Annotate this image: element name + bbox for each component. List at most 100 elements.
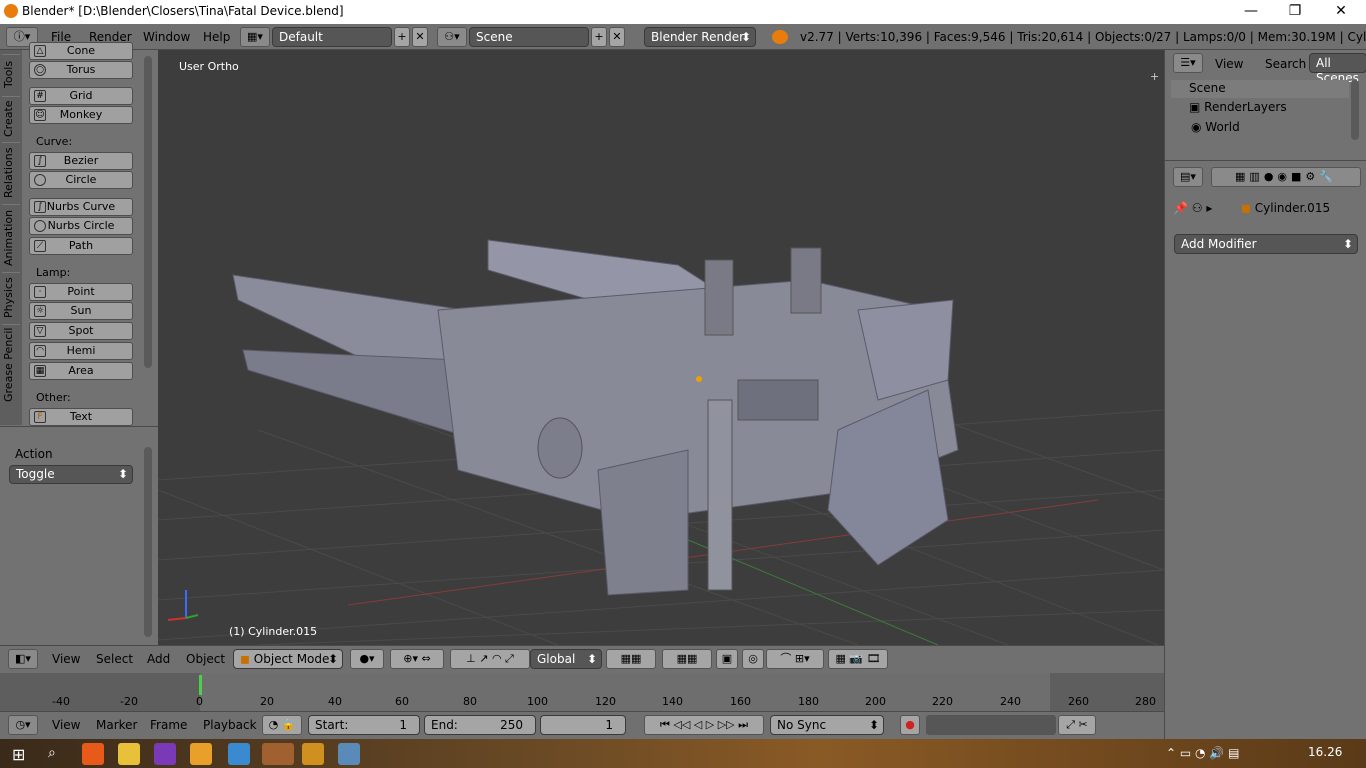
add-circle-curve-button[interactable]: Circle bbox=[29, 171, 133, 189]
photos-icon[interactable] bbox=[228, 743, 250, 765]
pivot-point-icon[interactable]: ⊕▾ ⇔ bbox=[390, 649, 444, 669]
viewport-shading-icon[interactable]: ●▾ bbox=[350, 649, 384, 669]
outliner-scrollbar[interactable] bbox=[1351, 80, 1359, 140]
close-button[interactable]: ✕ bbox=[1318, 0, 1364, 24]
timeline[interactable]: -40 -20 0 20 40 60 80 100 120 140 160 18… bbox=[0, 673, 1164, 711]
clock[interactable]: 16.26 bbox=[1308, 745, 1342, 759]
keying-set-field[interactable] bbox=[926, 715, 1056, 735]
tab-grease-pencil[interactable]: Grease Pencil bbox=[2, 324, 20, 404]
add-scene-button[interactable]: + bbox=[591, 27, 607, 47]
add-grid-button[interactable]: # Grid bbox=[29, 87, 133, 105]
file-explorer-icon[interactable] bbox=[118, 743, 140, 765]
fatal-device-model[interactable] bbox=[232, 239, 959, 596]
timeline-menu-view[interactable]: View bbox=[52, 718, 80, 732]
windows-start-icon[interactable]: ⊞ bbox=[12, 745, 25, 764]
minimize-button[interactable]: — bbox=[1228, 0, 1274, 24]
action-dropdown[interactable]: Toggle ⬍ bbox=[9, 465, 133, 484]
add-layout-button[interactable]: + bbox=[394, 27, 410, 47]
end-label: End: bbox=[431, 718, 458, 732]
manipulator-icons[interactable]: ⊥ ↗ ◠ ⤢ bbox=[450, 649, 530, 669]
3d-viewport[interactable]: User Ortho (1) Cylinder.015 + bbox=[158, 50, 1164, 645]
paint-icon[interactable] bbox=[338, 743, 360, 765]
menu-help[interactable]: Help bbox=[203, 30, 230, 44]
add-point-lamp-button[interactable]: · Point bbox=[29, 283, 133, 301]
pin-icon[interactable]: 📌 ⚇ ▸ bbox=[1173, 201, 1212, 215]
add-torus-button[interactable]: ○ Torus bbox=[29, 61, 133, 79]
current-frame-field[interactable]: 1 bbox=[540, 715, 626, 735]
add-modifier-dropdown[interactable]: Add Modifier ⬍ bbox=[1174, 234, 1358, 254]
proportional-edit-icon[interactable]: ◎ bbox=[742, 649, 764, 669]
layers-grid-1[interactable]: ▦▦ bbox=[606, 649, 656, 669]
add-text-button[interactable]: F Text bbox=[29, 408, 133, 426]
current-frame-cursor[interactable] bbox=[199, 675, 202, 695]
firefox-icon[interactable] bbox=[82, 743, 104, 765]
tool-shelf-scrollbar[interactable] bbox=[144, 56, 152, 368]
layers-grid-2[interactable]: ▦▦ bbox=[662, 649, 712, 669]
tab-physics[interactable]: Physics bbox=[2, 272, 20, 322]
render-icons[interactable]: ▦ 📷 🎞 bbox=[828, 649, 888, 669]
start-frame-field[interactable]: Start: 1 bbox=[308, 715, 420, 735]
add-spot-lamp-button[interactable]: ▽ Spot bbox=[29, 322, 133, 340]
outliner-item-renderlayers[interactable]: ▣ RenderLayers bbox=[1189, 100, 1287, 114]
editor-type-outliner-icon[interactable]: ☰▾ bbox=[1173, 53, 1203, 73]
taskbar-app-icon[interactable] bbox=[302, 743, 324, 765]
add-bezier-button[interactable]: ∫ Bezier bbox=[29, 152, 133, 170]
screen-layout-field[interactable]: Default bbox=[272, 27, 392, 47]
visual-studio-icon[interactable] bbox=[154, 743, 176, 765]
add-monkey-button[interactable]: ☺ Monkey bbox=[29, 106, 133, 124]
outliner-menu-search[interactable]: Search bbox=[1265, 57, 1306, 71]
tab-tools[interactable]: Tools bbox=[2, 54, 20, 94]
path-icon: ⟋ bbox=[34, 240, 46, 252]
add-sun-lamp-button[interactable]: ☼ Sun bbox=[29, 302, 133, 320]
snap-icons[interactable]: ⌒ ⊞▾ bbox=[766, 649, 824, 669]
menu-object[interactable]: Object bbox=[186, 652, 225, 666]
outliner-filter-dropdown[interactable]: All Scenes bbox=[1309, 53, 1366, 85]
add-cone-button[interactable]: △ Cone bbox=[29, 42, 133, 60]
editor-type-properties-icon[interactable]: ▤▾ bbox=[1173, 167, 1203, 187]
render-engine-dropdown[interactable]: Blender Render ⬍ bbox=[644, 27, 756, 47]
record-icon[interactable]: ● bbox=[900, 715, 920, 735]
properties-toggle-plus-icon[interactable]: + bbox=[1150, 71, 1160, 82]
menu-view[interactable]: View bbox=[52, 652, 80, 666]
restore-button[interactable]: ❐ bbox=[1272, 0, 1318, 24]
add-area-lamp-button[interactable]: ▦ Area bbox=[29, 362, 133, 380]
media-player-icon[interactable] bbox=[190, 743, 212, 765]
transform-orientation-dropdown[interactable]: Global ⬍ bbox=[530, 649, 602, 669]
tick: 0 bbox=[196, 695, 203, 708]
remove-layout-button[interactable]: ✕ bbox=[412, 27, 428, 47]
tab-animation[interactable]: Animation bbox=[2, 204, 20, 270]
timeline-menu-marker[interactable]: Marker bbox=[96, 718, 137, 732]
operator-scrollbar[interactable] bbox=[144, 447, 152, 637]
lock-layers-icon[interactable]: ▣ bbox=[716, 649, 738, 669]
outliner-item-world[interactable]: ◉ World bbox=[1191, 120, 1240, 134]
add-nurbs-circle-button[interactable]: Nurbs Circle bbox=[29, 217, 133, 235]
add-path-button[interactable]: ⟋ Path bbox=[29, 237, 133, 255]
sync-mode-dropdown[interactable]: No Sync ⬍ bbox=[770, 715, 884, 735]
editor-type-timeline-icon[interactable]: ◷▾ bbox=[8, 715, 38, 735]
menu-select[interactable]: Select bbox=[96, 652, 133, 666]
editor-type-3d-icon[interactable]: ◧▾ bbox=[8, 649, 38, 669]
screen-layout-icon[interactable]: ▦▾ bbox=[240, 27, 270, 47]
menu-window[interactable]: Window bbox=[143, 30, 190, 44]
system-tray-icons[interactable]: ⌃ ▭ ◔ 🔊 ▤ bbox=[1166, 746, 1239, 760]
scene-icon[interactable]: ⚇▾ bbox=[437, 27, 467, 47]
playback-controls[interactable]: ⏮ ◁◁ ◁ ▷ ▷▷ ⏭ bbox=[644, 715, 764, 735]
interaction-mode-dropdown[interactable]: ◼ Object Mode ⬍ bbox=[233, 649, 343, 669]
properties-context-tabs[interactable]: ▦▥●◉■⚙🔧 bbox=[1211, 167, 1361, 187]
keying-lock-icons[interactable]: ◔ 🔒 bbox=[262, 715, 302, 735]
timeline-menu-playback[interactable]: Playback bbox=[203, 718, 257, 732]
tab-create[interactable]: Create bbox=[2, 96, 20, 140]
remove-scene-button[interactable]: ✕ bbox=[609, 27, 625, 47]
add-hemi-lamp-button[interactable]: ◠ Hemi bbox=[29, 342, 133, 360]
search-icon[interactable]: ⌕ bbox=[48, 745, 56, 761]
end-frame-field[interactable]: End: 250 bbox=[424, 715, 536, 735]
blender-taskbar-icon[interactable] bbox=[262, 743, 294, 765]
timeline-menu-frame[interactable]: Frame bbox=[150, 718, 187, 732]
keyframe-insert-delete-icons[interactable]: ⤢ ✂ bbox=[1058, 715, 1096, 735]
outliner-item-scene[interactable]: Scene bbox=[1171, 80, 1349, 98]
tab-relations[interactable]: Relations bbox=[2, 142, 20, 202]
outliner-menu-view[interactable]: View bbox=[1215, 57, 1243, 71]
menu-add[interactable]: Add bbox=[147, 652, 170, 666]
scene-field[interactable]: Scene bbox=[469, 27, 589, 47]
add-nurbs-curve-button[interactable]: ∫ Nurbs Curve bbox=[29, 198, 133, 216]
